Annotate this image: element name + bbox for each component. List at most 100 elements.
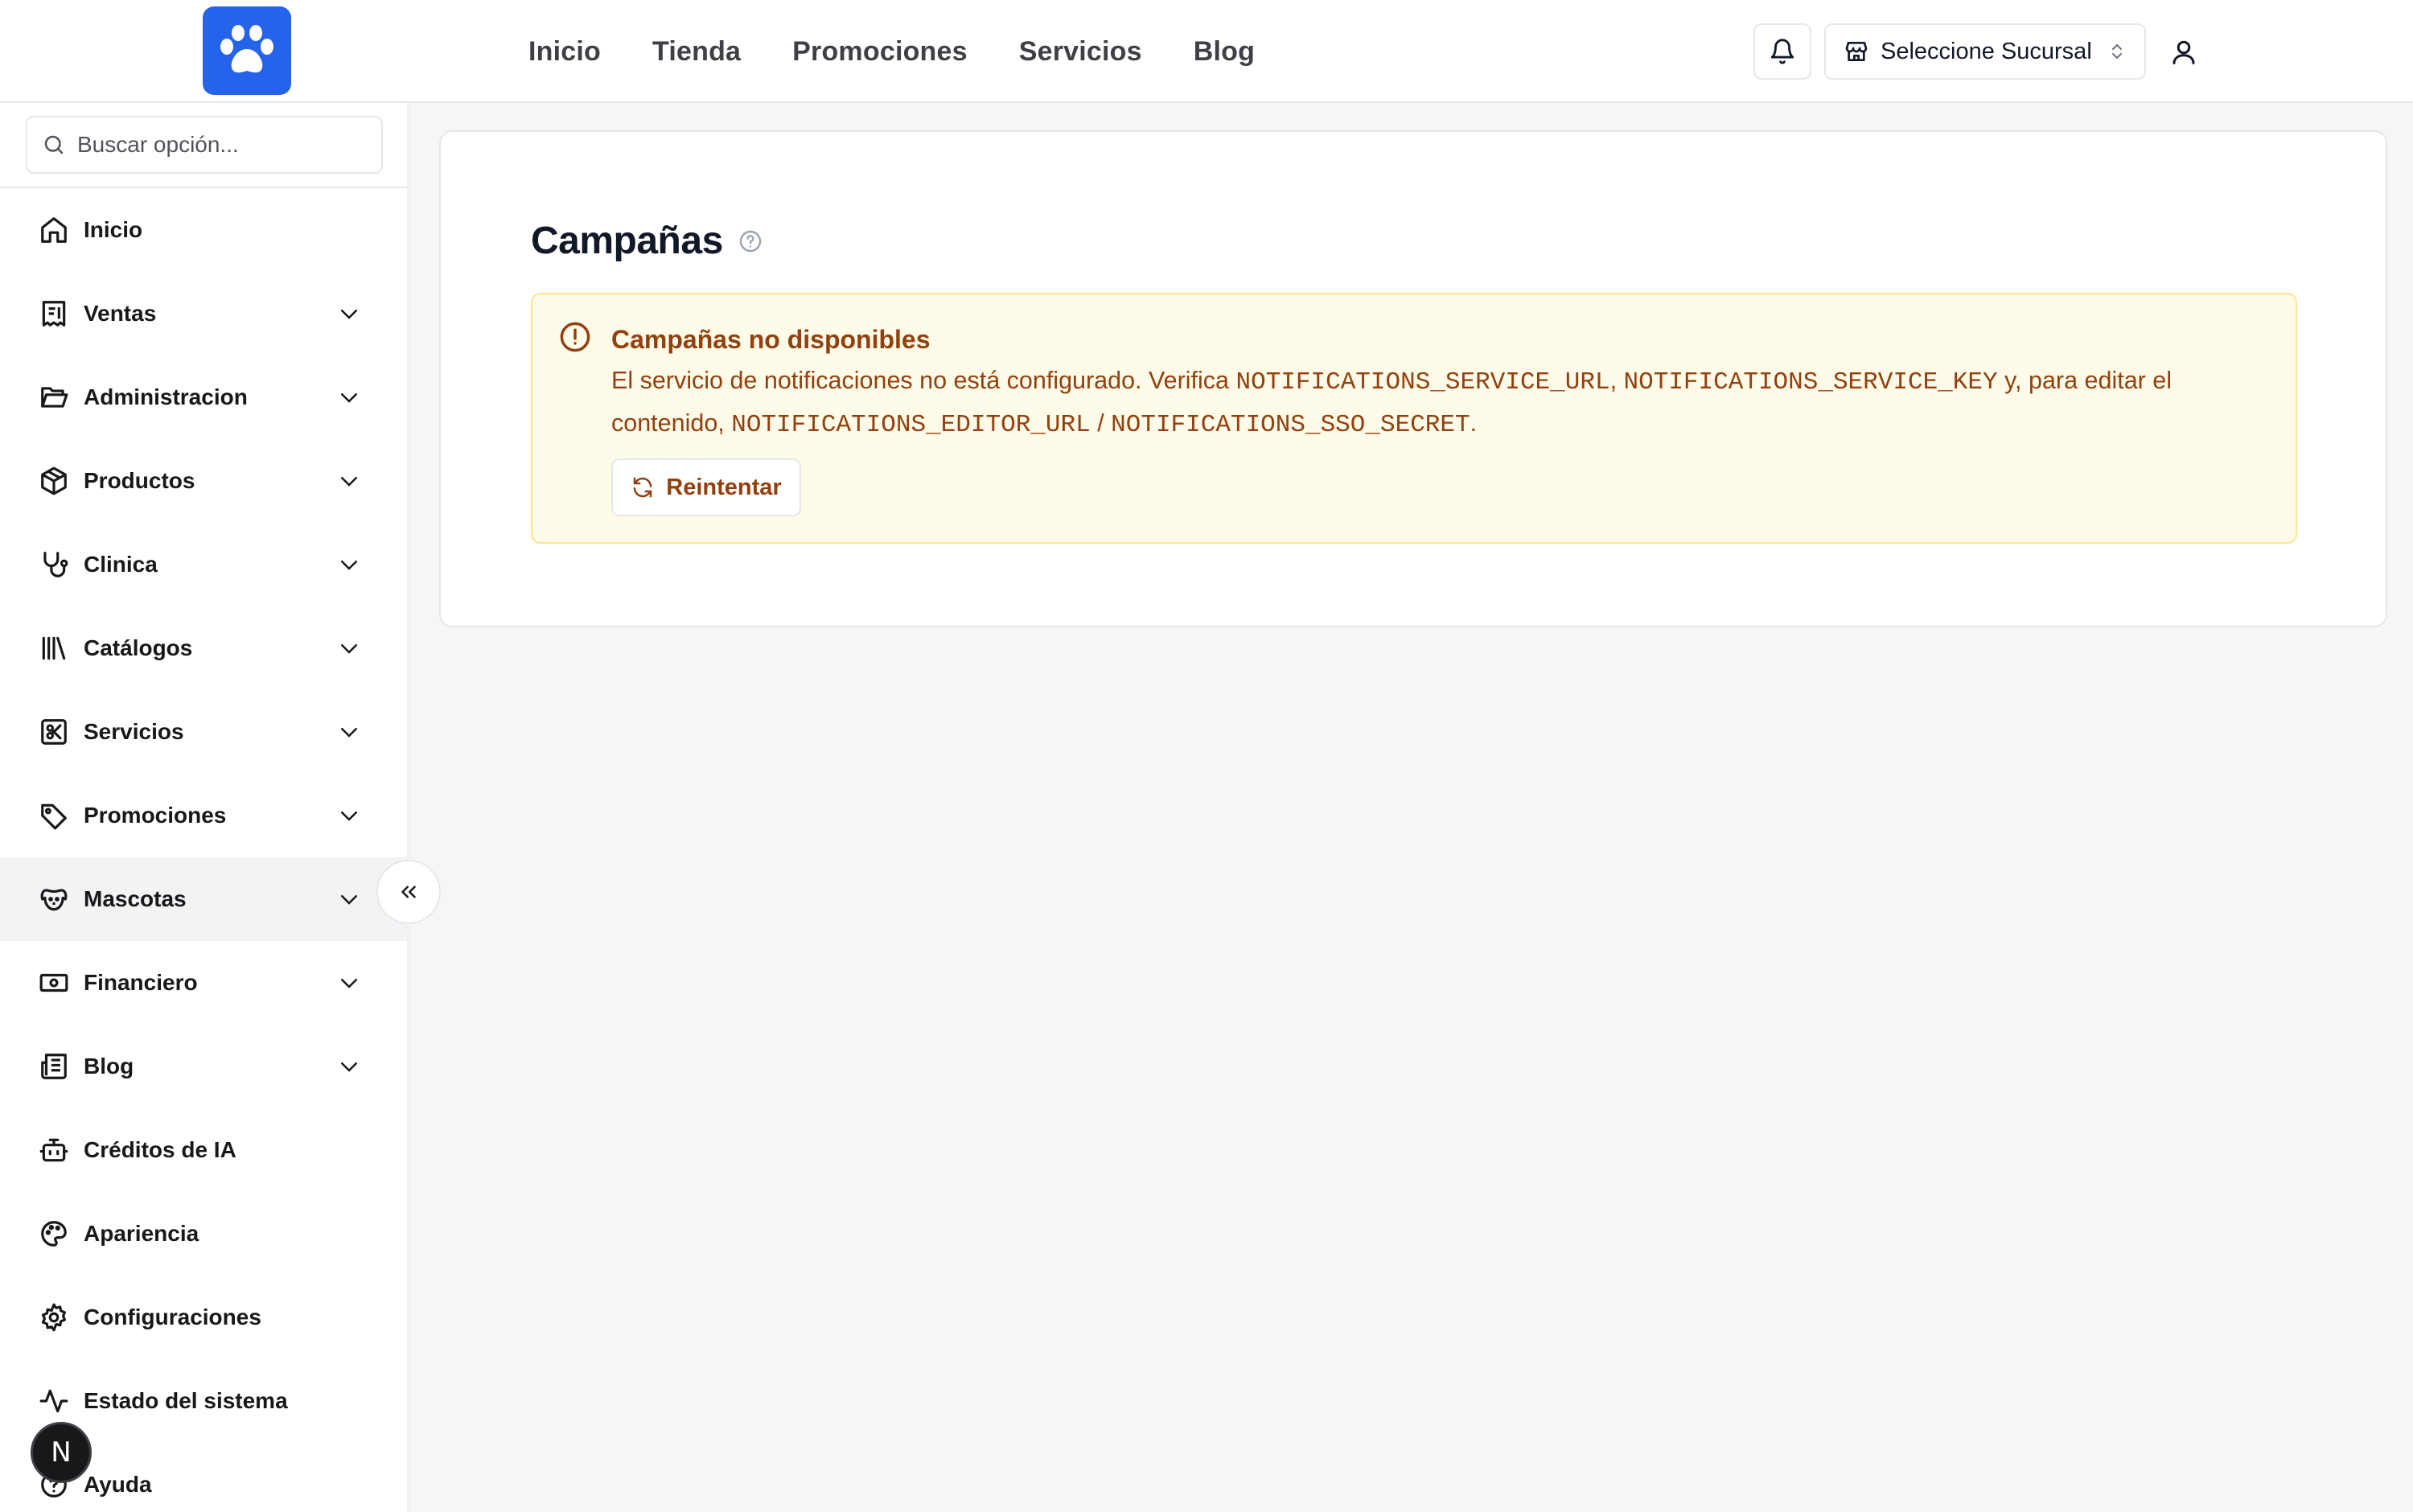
chevron-down-icon[interactable]	[335, 968, 364, 997]
chevrons-left-icon	[401, 885, 416, 898]
dog-icon	[37, 882, 71, 916]
paw-icon	[220, 25, 273, 73]
search-icon	[44, 135, 64, 154]
sidebar-item-label: Catálogos	[84, 635, 193, 660]
library-icon	[37, 631, 71, 665]
top-nav-inicio[interactable]: Inicio	[528, 36, 601, 68]
top-nav-promociones[interactable]: Promociones	[792, 36, 968, 68]
sidebar-item-apariencia[interactable]: Apariencia	[0, 1192, 407, 1276]
sidebar-item-label: Créditos de IA	[84, 1137, 236, 1162]
chevrons-up-down-icon	[2112, 44, 2122, 59]
top-nav-blog[interactable]: Blog	[1194, 36, 1255, 68]
top-nav-servicios[interactable]: Servicios	[1019, 36, 1142, 68]
sidebar-item-label: Promociones	[84, 803, 227, 828]
sidebar-item-label: Ayuda	[84, 1472, 152, 1497]
top-nav: Inicio Tienda Promociones Servicios Blog	[528, 0, 1255, 103]
newspaper-icon	[37, 1050, 71, 1083]
refresh-icon	[634, 477, 652, 498]
sidebar: Inicio Ventas Administracion Productos C…	[0, 103, 409, 1512]
activity-icon	[37, 1384, 71, 1418]
gear-icon	[37, 1300, 71, 1334]
main-card: Campañas Campañas no disponibles El serv…	[439, 130, 2387, 627]
sidebar-item-label: Clinica	[84, 552, 158, 577]
paw-logo[interactable]	[203, 6, 291, 95]
user-icon	[2173, 40, 2195, 64]
sidebar-item-label: Configuraciones	[84, 1305, 261, 1329]
banknote-icon	[37, 966, 71, 1000]
sidebar-item-ventas[interactable]: Ventas	[0, 272, 407, 355]
chevron-down-icon[interactable]	[335, 299, 364, 328]
chevron-down-icon[interactable]	[335, 1052, 364, 1081]
chevron-down-icon[interactable]	[335, 383, 364, 412]
env-var-code: NOTIFICATIONS_SSO_SECRET	[1111, 411, 1470, 439]
stethoscope-icon	[37, 548, 71, 581]
sidebar-item-label: Financiero	[84, 970, 198, 995]
branch-select-label: Seleccione Sucursal	[1881, 38, 2092, 64]
search-input[interactable]	[77, 132, 367, 158]
sidebar-item-creditos-ia[interactable]: Créditos de IA	[0, 1108, 407, 1192]
home-icon	[37, 213, 71, 247]
alert-text: /	[1090, 409, 1112, 437]
chevron-down-icon[interactable]	[335, 466, 364, 495]
env-var-code: NOTIFICATIONS_SERVICE_URL	[1235, 368, 1610, 396]
campaigns-unavailable-alert: Campañas no disponibles El servicio de n…	[531, 293, 2297, 544]
bot-icon	[37, 1133, 71, 1167]
user-menu-button[interactable]	[2164, 32, 2204, 72]
sidebar-item-label: Mascotas	[84, 886, 187, 911]
search-box[interactable]	[26, 116, 383, 174]
sidebar-item-mascotas[interactable]: Mascotas	[0, 857, 407, 941]
collapse-sidebar-button[interactable]	[376, 860, 441, 924]
help-circle-icon[interactable]	[738, 228, 763, 254]
sidebar-item-label: Productos	[84, 468, 195, 493]
sidebar-item-label: Apariencia	[84, 1221, 199, 1246]
chevron-down-icon[interactable]	[335, 801, 364, 830]
alert-text: ,	[1609, 367, 1624, 394]
sidebar-item-label: Ventas	[84, 301, 157, 326]
chevron-down-icon[interactable]	[335, 717, 364, 746]
page-title: Campañas	[531, 219, 763, 263]
top-bar: Inicio Tienda Promociones Servicios Blog…	[0, 0, 2413, 103]
bell-icon	[1770, 39, 1794, 64]
folder-open-icon	[37, 380, 71, 414]
alert-text: .	[1470, 409, 1478, 437]
sidebar-item-configuraciones[interactable]: Configuraciones	[0, 1276, 407, 1359]
package-icon	[37, 464, 71, 498]
alert-title: Campañas no disponibles	[611, 325, 931, 354]
sidebar-item-label: Servicios	[84, 719, 184, 744]
chevron-down-icon[interactable]	[335, 885, 364, 914]
sidebar-item-productos[interactable]: Productos	[0, 439, 407, 523]
env-var-code: NOTIFICATIONS_EDITOR_URL	[731, 411, 1091, 439]
sidebar-item-servicios[interactable]: Servicios	[0, 690, 407, 774]
sidebar-item-catalogos[interactable]: Catálogos	[0, 606, 407, 690]
sidebar-item-label: Inicio	[84, 217, 143, 242]
scissors-square-icon	[37, 715, 71, 749]
chevron-down-icon[interactable]	[335, 550, 364, 579]
sidebar-item-promociones[interactable]: Promociones	[0, 774, 407, 857]
notifications-button[interactable]	[1753, 23, 1811, 80]
sidebar-item-label: Estado del sistema	[84, 1388, 288, 1413]
alert-text: El servicio de notificaciones no está co…	[611, 367, 1236, 394]
store-icon	[1845, 42, 1868, 61]
page-title-text: Campañas	[531, 220, 723, 262]
sidebar-item-inicio[interactable]: Inicio	[0, 188, 407, 272]
palette-icon	[37, 1217, 71, 1251]
sidebar-item-administracion[interactable]: Administracion	[0, 355, 407, 439]
dev-tools-badge[interactable]: N	[31, 1422, 92, 1483]
receipt-icon	[37, 297, 71, 331]
alert-circle-icon	[560, 322, 590, 352]
alert-message: El servicio de notificaciones no está co…	[611, 360, 2284, 446]
sidebar-search	[0, 103, 407, 188]
sidebar-item-label: Administracion	[84, 384, 248, 409]
retry-button[interactable]: Reintentar	[611, 458, 801, 516]
env-var-code: NOTIFICATIONS_SERVICE_KEY	[1623, 368, 1998, 396]
sidebar-nav: Inicio Ventas Administracion Productos C…	[0, 188, 407, 1512]
top-nav-tienda[interactable]: Tienda	[652, 36, 741, 68]
sidebar-item-blog[interactable]: Blog	[0, 1025, 407, 1108]
retry-button-label: Reintentar	[666, 474, 782, 500]
sidebar-item-clinica[interactable]: Clinica	[0, 523, 407, 606]
tag-icon	[37, 799, 71, 832]
chevron-down-icon[interactable]	[335, 634, 364, 663]
branch-select[interactable]: Seleccione Sucursal	[1824, 23, 2146, 80]
sidebar-item-label: Blog	[84, 1054, 134, 1079]
sidebar-item-financiero[interactable]: Financiero	[0, 941, 407, 1025]
